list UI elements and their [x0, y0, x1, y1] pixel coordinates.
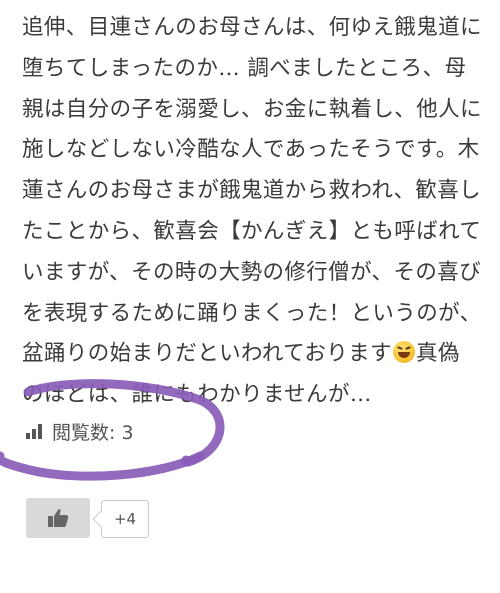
- article-line-text: 盆踊りの始まりだといわれております: [22, 341, 392, 367]
- article-line: たことから、歓喜会【かんぎえ】とも呼ばれて: [22, 218, 482, 244]
- bar-chart-icon: [26, 424, 42, 439]
- article-line: を表現するために踊りまくった！というのが、: [22, 300, 482, 326]
- thumbs-up-icon: [48, 509, 69, 527]
- view-count-label: 閲覧数: 3: [52, 422, 134, 444]
- article-line: 盆踊りの始まりだといわれております 真偽: [22, 334, 482, 375]
- article-line-text: 真偽: [415, 341, 460, 367]
- article-line: 蓮さんのお母さまが餓鬼道から救われ、歓喜し: [22, 178, 482, 204]
- article-line: いますが、その時の大勢の修行僧が、その喜び: [22, 259, 482, 285]
- article-line: のほどは、誰にもわかりませんが…: [22, 382, 372, 408]
- like-count-label: +4: [113, 510, 137, 528]
- article-body: 追伸、目連さんのお母さんは、何ゆえ餓鬼道に 堕ちてしまったのか… 調べましたとこ…: [22, 8, 482, 416]
- article-line: 堕ちてしまったのか… 調べましたところ、母: [22, 55, 467, 81]
- article-line: 親は自分の子を溺愛し、お金に執着し、他人に: [22, 96, 482, 122]
- like-count: +4: [101, 500, 149, 538]
- like-button[interactable]: [26, 498, 90, 538]
- article-line: 施しなどしない冷酷な人であったそうです。木: [22, 137, 480, 163]
- view-count: 閲覧数: 3: [26, 418, 134, 445]
- laughing-face-emoji-icon: [392, 341, 415, 364]
- article-line: 追伸、目連さんのお母さんは、何ゆえ餓鬼道に: [22, 15, 482, 40]
